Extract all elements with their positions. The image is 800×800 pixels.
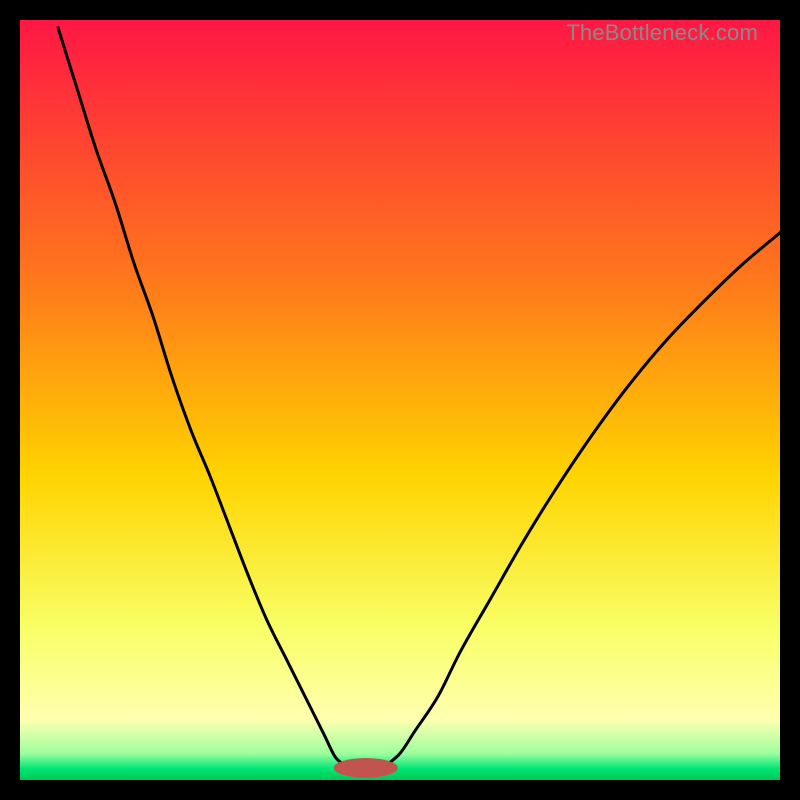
bottleneck-chart [20, 20, 780, 780]
bottleneck-marker [334, 758, 398, 778]
chart-frame: TheBottleneck.com [20, 20, 780, 780]
watermark-text: TheBottleneck.com [566, 20, 758, 46]
gradient-background [20, 20, 780, 780]
